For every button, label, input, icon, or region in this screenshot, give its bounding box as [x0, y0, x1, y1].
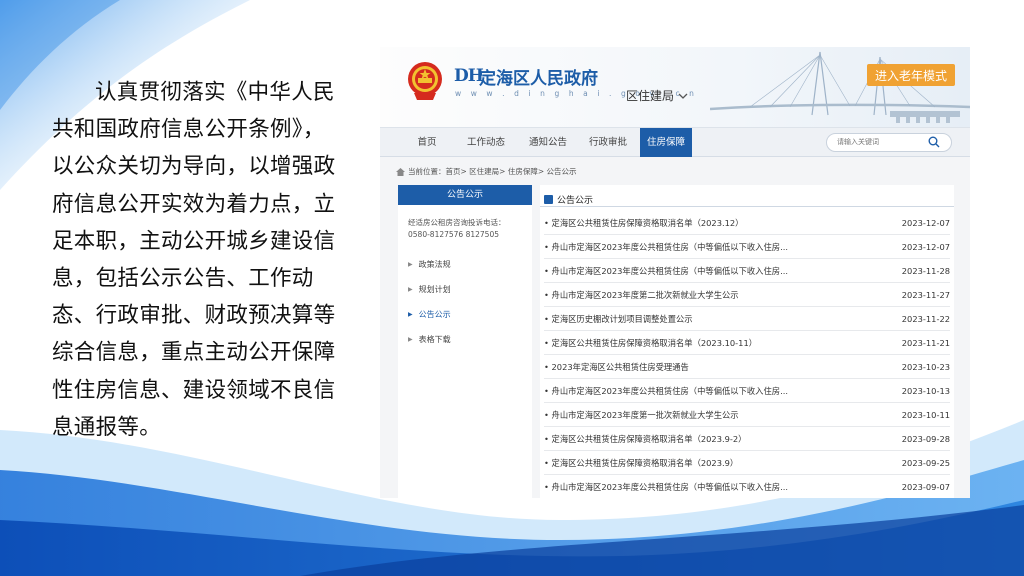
list-item[interactable]: • 2023年定海区公共租赁住房受理通告 2023-10-23 [544, 355, 950, 379]
list-item-date: 2023-12-07 [901, 217, 950, 228]
list-item-title[interactable]: • 舟山市定海区2023年度公共租赁住房（中等偏低以下收入住房... [544, 481, 892, 493]
sidebar-item-label: 政策法规 [418, 260, 451, 269]
list-item-date: 2023-11-22 [901, 313, 950, 324]
list-item[interactable]: • 定海区公共租赁住房保障资格取消名单（2023.9） 2023-09-25 [544, 451, 950, 475]
list-item-date: 2023-10-11 [901, 409, 950, 420]
breadcrumb-text: 当前位置：首页> 区住建局> 住房保障> 公告公示 [408, 167, 577, 176]
sidebar: 公告公示 经适房公租房咨询投诉电话：0580-8127576 8127505 ▶… [398, 185, 532, 498]
list-heading: 公告公示 [544, 193, 593, 206]
department-label: 区住建局 [626, 89, 675, 103]
list-item-date: 2023-10-23 [901, 361, 950, 372]
list-item[interactable]: • 舟山市定海区2023年度公共租赁住房（中等偏低以下收入住房... 2023-0… [544, 475, 950, 498]
intro-paragraph: 认真贯彻落实《中华人民共和国政府信息公开条例》，以公众关切为导向，以增强政府信息… [52, 80, 336, 440]
department-selector[interactable]: 区住建局 [626, 87, 688, 104]
list-item[interactable]: • 舟山市定海区2023年度公共租赁住房（中等偏低以下收入住房... 2023-1… [544, 259, 950, 283]
list-item-title[interactable]: • 舟山市定海区2023年度公共租赁住房（中等偏低以下收入住房... [544, 241, 892, 253]
list-item[interactable]: • 定海区历史棚改计划项目调整处置公示 2023-11-22 [544, 307, 950, 331]
list-item-date: 2023-11-21 [901, 337, 950, 348]
chevron-down-icon [678, 93, 688, 99]
chevron-right-icon: ▶ [408, 336, 413, 343]
announcement-list-panel: 公告公示 • 定海区公共租赁住房保障资格取消名单（2023.12） 2023-12… [540, 185, 954, 498]
elder-mode-button[interactable]: 进入老年模式 [867, 64, 955, 86]
bridge-illustration [710, 51, 970, 123]
list-item[interactable]: • 舟山市定海区2023年度第二批次新就业大学生公示 2023-11-27 [544, 283, 950, 307]
sidebar-item-policy[interactable]: ▶ 政策法规 [408, 259, 451, 270]
nav-item-work-news[interactable]: 工作动态 [458, 128, 514, 157]
list-item-title[interactable]: • 舟山市定海区2023年度第二批次新就业大学生公示 [544, 289, 892, 301]
list-item-date: 2023-11-27 [901, 289, 950, 300]
sidebar-heading: 公告公示 [398, 185, 532, 205]
sidebar-item-label: 规划计划 [418, 285, 451, 294]
sidebar-item-forms-download[interactable]: ▶ 表格下载 [408, 334, 451, 345]
chevron-right-icon: ▶ [408, 311, 413, 318]
list-item[interactable]: • 舟山市定海区2023年度公共租赁住房（中等偏低以下收入住房... 2023-1… [544, 235, 950, 259]
list-item-title[interactable]: • 舟山市定海区2023年度公共租赁住房（中等偏低以下收入住房... [544, 385, 892, 397]
divider [540, 206, 954, 207]
list-item-title[interactable]: • 2023年定海区公共租赁住房受理通告 [544, 361, 892, 373]
list-item-title[interactable]: • 舟山市定海区2023年度第一批次新就业大学生公示 [544, 409, 892, 421]
nav-item-housing-security[interactable]: 住房保障 [640, 128, 692, 157]
list-item-title[interactable]: • 定海区公共租赁住房保障资格取消名单（2023.10-11） [544, 337, 892, 349]
chevron-right-icon: ▶ [408, 261, 413, 268]
main-nav: 首页 工作动态 通知公告 行政审批 住房保障 请输入关键词 [380, 127, 970, 157]
list-item-title[interactable]: • 定海区公共租赁住房保障资格取消名单（2023.9） [544, 457, 892, 469]
chevron-right-icon: ▶ [408, 286, 413, 293]
nav-item-home[interactable]: 首页 [402, 128, 452, 157]
site-header: DH 定海区人民政府 w w w . d i n g h a i . g o v… [380, 47, 970, 127]
search-icon[interactable] [928, 136, 940, 148]
website-screenshot: DH 定海区人民政府 w w w . d i n g h a i . g o v… [380, 47, 970, 498]
list-item-date: 2023-09-07 [901, 481, 950, 492]
home-icon [396, 167, 405, 176]
list-item[interactable]: • 定海区公共租赁住房保障资格取消名单（2023.10-11） 2023-11-2… [544, 331, 950, 355]
nav-item-notices[interactable]: 通知公告 [520, 128, 576, 157]
national-emblem-icon [408, 62, 442, 100]
site-title: 定海区人民政府 [479, 69, 598, 89]
sidebar-item-planning[interactable]: ▶ 规划计划 [408, 284, 451, 295]
list-item-title[interactable]: • 定海区公共租赁住房保障资格取消名单（2023.12） [544, 217, 892, 229]
breadcrumb: 当前位置：首页> 区住建局> 住房保障> 公告公示 [396, 166, 577, 177]
list-item[interactable]: • 定海区公共租赁住房保障资格取消名单（2023.12） 2023-12-07 [544, 211, 950, 235]
list-item-title[interactable]: • 定海区公共租赁住房保障资格取消名单（2023.9-2） [544, 433, 892, 445]
document-icon [544, 195, 553, 204]
sidebar-item-label: 表格下载 [418, 335, 451, 344]
list-item-title[interactable]: • 定海区历史棚改计划项目调整处置公示 [544, 313, 892, 325]
sidebar-item-label: 公告公示 [418, 310, 451, 319]
list-item[interactable]: • 定海区公共租赁住房保障资格取消名单（2023.9-2） 2023-09-28 [544, 427, 950, 451]
list-item-date: 2023-09-28 [901, 433, 950, 444]
list-item[interactable]: • 舟山市定海区2023年度公共租赁住房（中等偏低以下收入住房... 2023-1… [544, 379, 950, 403]
list-item-date: 2023-10-13 [901, 385, 950, 396]
sidebar-item-announcements[interactable]: ▶ 公告公示 [408, 309, 451, 320]
list-item[interactable]: • 舟山市定海区2023年度第一批次新就业大学生公示 2023-10-11 [544, 403, 950, 427]
list-item-date: 2023-12-07 [901, 241, 950, 252]
list-item-date: 2023-11-28 [901, 265, 950, 276]
nav-item-approval[interactable]: 行政审批 [580, 128, 636, 157]
sidebar-hotline: 经适房公租房咨询投诉电话：0580-8127576 8127505 [408, 218, 506, 239]
list-item-date: 2023-09-25 [901, 457, 950, 468]
list-heading-text: 公告公示 [557, 196, 594, 206]
list-item-title[interactable]: • 舟山市定海区2023年度公共租赁住房（中等偏低以下收入住房... [544, 265, 892, 277]
